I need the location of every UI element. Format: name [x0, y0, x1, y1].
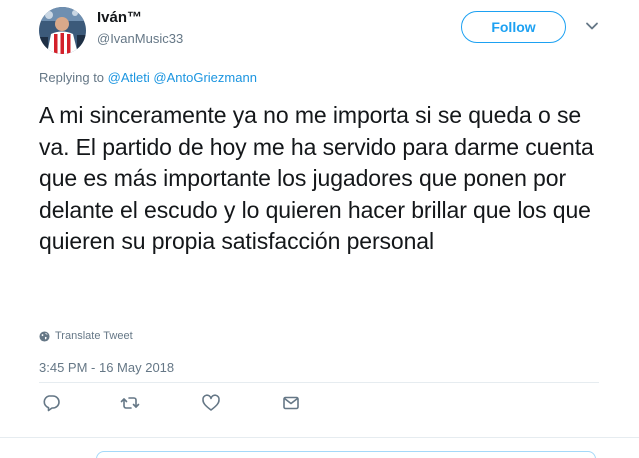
- mention-link[interactable]: @Atleti: [108, 70, 150, 85]
- timestamp[interactable]: 3:45 PM - 16 May 2018: [39, 360, 174, 375]
- reply-input[interactable]: [96, 451, 596, 458]
- tweet-text: A mi sinceramente ya no me importa si se…: [39, 102, 594, 254]
- translate-label: Translate Tweet: [55, 330, 133, 342]
- reply-context: Replying to @Atleti @AntoGriezmann: [39, 70, 257, 85]
- divider: [39, 382, 599, 383]
- reply-context-prefix: Replying to: [39, 70, 105, 85]
- mention-link[interactable]: @AntoGriezmann: [153, 70, 257, 85]
- follow-button[interactable]: Follow: [461, 11, 566, 43]
- avatar-image: [39, 7, 86, 54]
- avatar[interactable]: [39, 7, 86, 54]
- divider: [0, 437, 639, 438]
- tweet: Iván™ @IvanMusic33 Follow Replying to @A…: [0, 0, 639, 458]
- retweet-icon[interactable]: [120, 393, 140, 413]
- display-name[interactable]: Iván™: [97, 9, 142, 26]
- globe-icon: [39, 330, 50, 342]
- reply-icon[interactable]: [41, 393, 61, 413]
- chevron-down-icon[interactable]: [584, 18, 600, 34]
- heart-icon[interactable]: [201, 393, 221, 413]
- translate-tweet-link[interactable]: Translate Tweet: [39, 330, 133, 342]
- envelope-icon[interactable]: [281, 393, 301, 413]
- user-handle[interactable]: @IvanMusic33: [97, 31, 183, 46]
